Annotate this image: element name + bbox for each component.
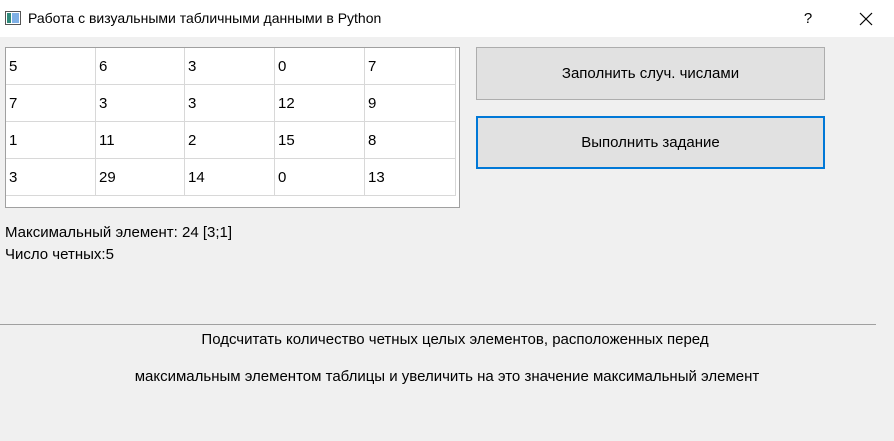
table-cell[interactable]: 12 <box>275 85 365 122</box>
table-cell[interactable]: 9 <box>365 85 456 122</box>
table-cell[interactable]: 15 <box>275 122 365 159</box>
table-cell[interactable]: 0 <box>275 48 365 85</box>
table-cell[interactable]: 7 <box>365 48 456 85</box>
table-cell[interactable]: 3 <box>185 85 275 122</box>
run-task-button[interactable]: Выполнить задание <box>476 116 825 169</box>
table-row: 7 3 3 12 9 <box>6 85 457 122</box>
fill-random-button[interactable]: Заполнить случ. числами <box>476 47 825 100</box>
max-element-label: Максимальный элемент: 24 [3;1] <box>5 224 233 241</box>
task-description-line-1: Подсчитать количество четных целых элеме… <box>201 331 709 348</box>
table-cell[interactable]: 7 <box>6 85 96 122</box>
table-cell[interactable]: 2 <box>185 122 275 159</box>
table-row: 3 29 14 0 13 <box>6 159 457 196</box>
close-button[interactable] <box>845 0 885 37</box>
even-count-label: Число четных:5 <box>5 246 114 263</box>
table-cell[interactable]: 3 <box>96 85 185 122</box>
table-cell[interactable]: 11 <box>96 122 185 159</box>
table-cell[interactable]: 14 <box>185 159 275 196</box>
table-cell[interactable]: 3 <box>6 159 96 196</box>
task-description-line-2: максимальным элементом таблицы и увеличи… <box>134 368 760 385</box>
table-row: 56307 <box>6 48 457 85</box>
app-icon <box>5 11 21 25</box>
table-cell[interactable]: 8 <box>365 122 456 159</box>
table-cell[interactable]: 0 <box>275 159 365 196</box>
title-bar: Работа с визуальными табличными данными … <box>0 0 894 37</box>
separator-line <box>0 324 876 325</box>
close-icon <box>859 12 873 26</box>
table-cell[interactable]: 5 <box>6 48 96 85</box>
table-row: 1 11 2 15 8 <box>6 122 457 159</box>
table-cell[interactable]: 1 <box>6 122 96 159</box>
table-cell[interactable]: 3 <box>185 48 275 85</box>
table-cell[interactable]: 13 <box>365 159 456 196</box>
table-cell[interactable]: 6 <box>96 48 185 85</box>
help-button[interactable]: ? <box>790 0 826 37</box>
window-title: Работа с визуальными табличными данными … <box>28 10 382 26</box>
table-cell[interactable]: 29 <box>96 159 185 196</box>
data-table[interactable]: 5 6 3 0 7 7 3 3 12 9 1 11 2 15 8 3 29 14 0 13 <box>5 47 460 208</box>
